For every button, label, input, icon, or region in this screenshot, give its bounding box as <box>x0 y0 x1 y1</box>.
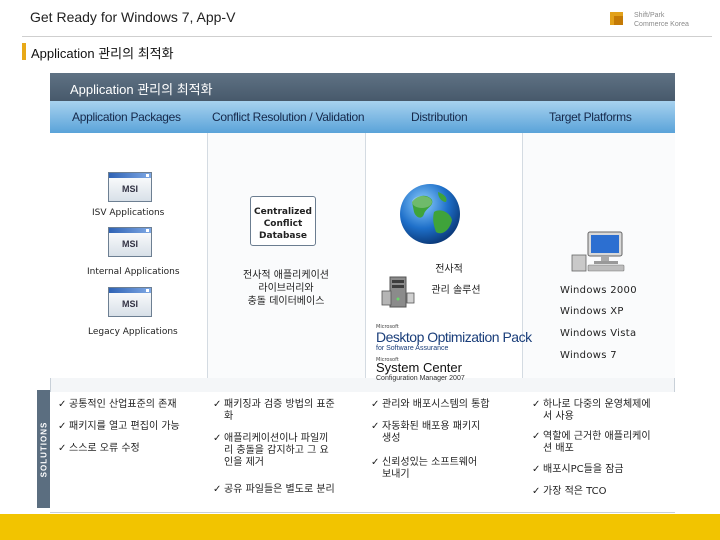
check-icon: ✓ <box>532 464 541 475</box>
section-subhead: Application 관리의 최적화 <box>31 46 174 61</box>
solution-line: 리 충돌을 감지하고 그 요 <box>224 445 329 456</box>
column-header-platforms: Target Platforms <box>549 110 632 124</box>
caption-line: 전사적 <box>435 264 463 275</box>
platform-windows-vista: Windows Vista <box>560 328 637 339</box>
check-icon: ✓ <box>58 399 67 410</box>
desktop-pc-icon <box>571 231 625 272</box>
check-icon: ✓ <box>532 431 541 442</box>
server-icon <box>381 276 415 308</box>
solution-line: 션 배포 <box>543 443 574 454</box>
msi-package-icon: MSI <box>108 227 152 257</box>
package-legacy: Legacy Applications <box>88 327 178 337</box>
solution-line: 애플리케이션이나 파일끼 <box>224 433 329 444</box>
brand-logo: Shift/Park Commerce Korea <box>610 10 710 32</box>
solution-item: ✓ 공통적인 산업표준의 존재 <box>58 399 208 411</box>
distribution-korean-caption: 관리 솔루션 <box>428 284 484 297</box>
column-header-distribution: Distribution <box>411 110 468 124</box>
diagram-banner-title: Application 관리의 최적화 <box>70 82 213 97</box>
solution-item: ✓ 자동화된 배포용 패키지 생성 <box>371 421 521 445</box>
solution-line: 패키징과 검증 방법의 표준 <box>224 399 335 410</box>
logo-mark-inner-icon <box>614 16 623 25</box>
solution-line: 자동화된 배포용 패키지 <box>382 421 481 432</box>
solution-item: ✓ 가장 적은 TCO <box>532 486 674 498</box>
centralized-conflict-database: Centralized Conflict Database <box>250 196 316 246</box>
solution-line: 신뢰성있는 소프트웨어 <box>382 457 478 468</box>
caption-line: 충돌 데이터베이스 <box>247 296 325 307</box>
solution-line: 공통적인 산업표준의 존재 <box>69 399 177 410</box>
msi-label: MSI <box>121 239 138 249</box>
footer-bar <box>0 514 720 540</box>
column-divider <box>365 133 366 378</box>
panel-conflict <box>207 133 365 378</box>
solution-line: 역할에 근거한 애플리케이 <box>543 431 651 442</box>
mdop-product-name: Desktop Optimization Pack <box>376 329 532 345</box>
solution-line: 보내기 <box>382 469 410 480</box>
sccm-product-name: System Center <box>376 360 462 375</box>
solution-item: ✓ 공유 파일들은 별도로 분리 <box>213 484 363 496</box>
msi-package-icon: MSI <box>108 287 152 317</box>
solution-item: ✓ 역할에 근거한 애플리케이 션 배포 <box>532 431 674 455</box>
solution-line: 생성 <box>382 433 401 444</box>
solutions-label: SOLUTIONS <box>39 421 49 477</box>
caption-line: 라이브러리와 <box>258 283 314 294</box>
check-icon: ✓ <box>213 484 222 495</box>
caption-line: 전사적 애플리케이션 <box>243 270 329 281</box>
check-icon: ✓ <box>532 399 541 410</box>
solution-line: 관리와 배포시스템의 통합 <box>382 399 490 410</box>
database-line: Conflict <box>263 219 303 229</box>
solution-line: 패키지를 열고 편집이 가능 <box>69 421 180 432</box>
package-internal: Internal Applications <box>87 267 180 277</box>
solution-item: ✓ 신뢰성있는 소프트웨어 보내기 <box>371 457 521 481</box>
solution-line: 공유 파일들은 별도로 분리 <box>224 484 335 495</box>
package-isv: ISV Applications <box>92 208 165 218</box>
column-header-conflict: Conflict Resolution / Validation <box>212 110 365 124</box>
solution-item: ✓ 하나로 다중의 운영체제에 서 사용 <box>532 399 674 423</box>
solution-line: 인을 제거 <box>224 457 264 468</box>
solution-line: 가장 적은 TCO <box>543 486 607 497</box>
database-line: Database <box>259 231 307 241</box>
msi-label: MSI <box>121 299 138 309</box>
solution-line: 배포시PC들을 잠금 <box>543 464 624 475</box>
mdop-product-sub: for Software Assurance <box>376 345 449 352</box>
platform-windows-xp: Windows XP <box>560 306 624 317</box>
column-divider <box>207 133 208 378</box>
check-icon: ✓ <box>371 457 380 468</box>
solution-line: 화 <box>224 411 234 422</box>
solution-item: ✓ 애플리케이션이나 파일끼 리 충돌을 감지하고 그 요 인을 제거 <box>213 433 363 469</box>
solutions-label-wrap: SOLUTIONS <box>37 390 50 508</box>
solution-line: 하나로 다중의 운영체제에 <box>543 399 651 410</box>
platform-windows-2000: Windows 2000 <box>560 285 637 296</box>
solution-item: ✓ 관리와 배포시스템의 통합 <box>371 399 521 411</box>
sccm-product-sub: Configuration Manager 2007 <box>376 375 465 382</box>
solution-line: 서 사용 <box>543 411 574 422</box>
distribution-korean-caption: 전사적 <box>420 263 478 276</box>
database-line: Centralized <box>254 207 312 217</box>
check-icon: ✓ <box>58 421 67 432</box>
solution-item: ✓ 스스로 오류 수정 <box>58 443 208 455</box>
globe-icon <box>400 184 460 244</box>
caption-line: 관리 솔루션 <box>431 285 481 296</box>
conflict-korean-caption: 전사적 애플리케이션 라이브러리와 충돌 데이터베이스 <box>220 269 352 308</box>
subhead-accent-bar <box>22 43 26 60</box>
check-icon: ✓ <box>371 399 380 410</box>
column-header-packages: Application Packages <box>72 110 181 124</box>
msi-package-icon: MSI <box>108 172 152 202</box>
msi-label: MSI <box>121 184 138 194</box>
platform-windows-7: Windows 7 <box>560 350 617 361</box>
check-icon: ✓ <box>213 433 222 444</box>
solution-item: ✓ 배포시PC들을 잠금 <box>532 464 674 476</box>
slide-title: Get Ready for Windows 7, App-V <box>30 9 236 25</box>
brand-name-line2: Commerce Korea <box>634 21 689 28</box>
check-icon: ✓ <box>58 443 67 454</box>
check-icon: ✓ <box>532 486 541 497</box>
check-icon: ✓ <box>213 399 222 410</box>
title-divider <box>22 36 712 37</box>
solution-item: ✓ 패키징과 검증 방법의 표준 화 <box>213 399 363 423</box>
solution-item: ✓ 패키지를 열고 편집이 가능 <box>58 421 208 433</box>
check-icon: ✓ <box>371 421 380 432</box>
brand-name-line1: Shift/Park <box>634 12 665 19</box>
solution-line: 스스로 오류 수정 <box>69 443 140 454</box>
